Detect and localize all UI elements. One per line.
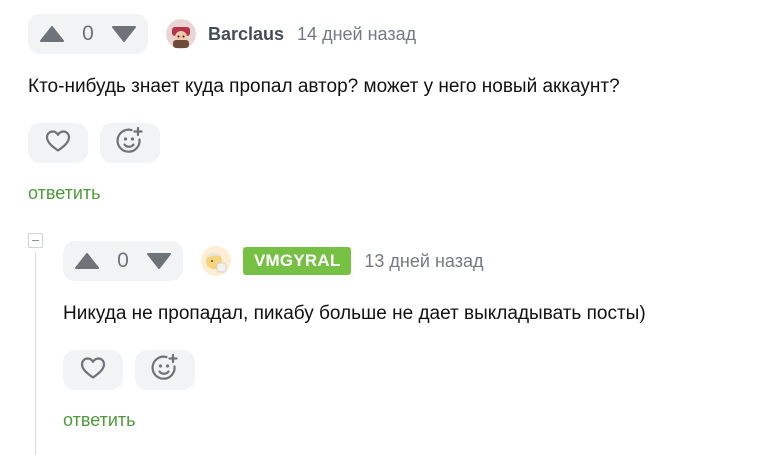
reaction-button[interactable] (100, 123, 160, 163)
upvote-icon[interactable] (75, 253, 99, 269)
timestamp[interactable]: 14 дней назад (297, 24, 416, 45)
downvote-icon[interactable] (147, 253, 171, 269)
comment-text: Никуда не пропадал, пикабу больше не дае… (63, 303, 646, 324)
add-reaction-icon (150, 353, 180, 388)
thread-line[interactable] (35, 252, 36, 455)
timestamp[interactable]: 13 дней назад (364, 251, 483, 272)
like-button[interactable] (63, 350, 123, 390)
avatar[interactable] (166, 19, 196, 49)
comment-actions (28, 123, 160, 163)
rating-control: 0 (63, 241, 183, 281)
comment-header: 0 Barclaus 14 дней назад (28, 14, 416, 54)
downvote-icon[interactable] (112, 26, 136, 42)
heart-icon (45, 129, 71, 158)
username[interactable]: Barclaus (208, 24, 284, 45)
reply-link[interactable]: ответить (63, 410, 136, 431)
comment-header: 0 VMGYRAL 13 дней назад (63, 241, 483, 281)
heart-icon (80, 356, 106, 385)
reply-link[interactable]: ответить (28, 183, 101, 204)
like-button[interactable] (28, 123, 88, 163)
rating-count: 0 (82, 22, 94, 45)
comment-actions (63, 350, 195, 390)
rating-control: 0 (28, 14, 148, 54)
collapse-icon[interactable] (28, 233, 43, 248)
comment-text: Кто-нибудь знает куда пропал автор? може… (28, 76, 620, 97)
avatar[interactable] (201, 246, 231, 276)
add-reaction-icon (115, 126, 145, 161)
rating-count: 0 (117, 249, 129, 272)
reaction-button[interactable] (135, 350, 195, 390)
upvote-icon[interactable] (40, 26, 64, 42)
username-badge[interactable]: VMGYRAL (243, 247, 352, 275)
